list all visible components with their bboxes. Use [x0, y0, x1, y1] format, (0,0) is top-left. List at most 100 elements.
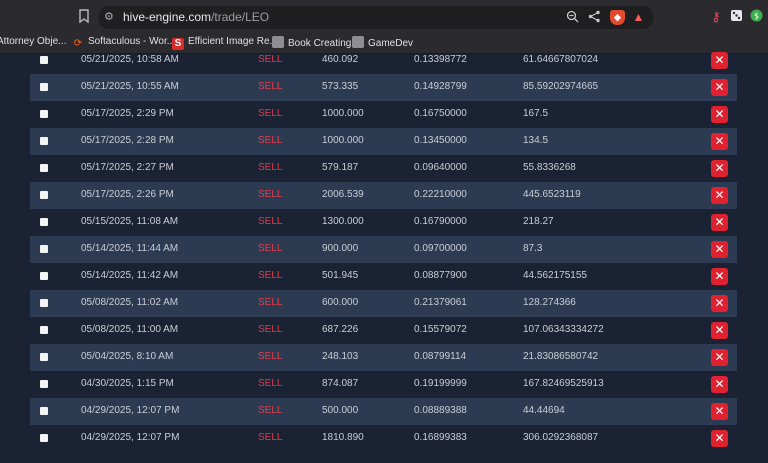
order-total: 85.59202974665	[523, 81, 599, 92]
cancel-order-button[interactable]: ✕	[711, 268, 728, 285]
order-total: 167.82469525913	[523, 378, 604, 389]
bookmark-icon[interactable]	[76, 9, 92, 25]
table-row: 04/29/2025, 12:07 PM SELL 1810.890 0.168993…	[30, 425, 737, 452]
order-total: 87.3	[523, 243, 543, 254]
order-date: 05/17/2025, 2:26 PM	[81, 189, 174, 200]
order-quantity: 600.000	[322, 297, 359, 308]
order-price: 0.09700000	[414, 243, 467, 254]
row-checkbox[interactable]	[40, 299, 48, 307]
row-checkbox[interactable]	[40, 353, 48, 361]
order-price: 0.14928799	[414, 81, 467, 92]
close-icon: ✕	[714, 188, 725, 202]
cancel-order-button[interactable]: ✕	[711, 349, 728, 366]
cancel-order-button[interactable]: ✕	[711, 376, 728, 393]
table-row: 05/14/2025, 11:42 AM SELL 501.945 0.0887790…	[30, 263, 737, 290]
url-path: /trade/LEO	[211, 10, 270, 24]
row-checkbox[interactable]	[40, 191, 48, 199]
cancel-order-button[interactable]: ✕	[711, 214, 728, 231]
order-quantity: 1000.000	[322, 108, 364, 119]
order-price: 0.16750000	[414, 108, 467, 119]
brave-rewards-icon[interactable]: ▲	[631, 10, 646, 25]
order-date: 04/30/2025, 1:15 PM	[81, 378, 174, 389]
cancel-order-button[interactable]: ✕	[711, 241, 728, 258]
extension-dice-icon[interactable]	[728, 9, 744, 25]
table-row: 05/17/2025, 2:28 PM SELL 1000.000 0.1345000…	[30, 128, 737, 155]
order-quantity: 501.945	[322, 270, 359, 281]
order-price: 0.16899383	[414, 432, 467, 443]
cancel-order-button[interactable]: ✕	[711, 133, 728, 150]
table-row: 05/14/2025, 11:44 AM SELL 900.000 0.0970000…	[30, 236, 737, 263]
row-checkbox[interactable]	[40, 434, 48, 442]
browser-toolbar: ⚙ hive-engine.com/trade/LEO ◆ ▲ ⚷ $	[0, 0, 768, 33]
order-type: SELL	[258, 189, 283, 200]
order-date: 05/14/2025, 11:44 AM	[81, 243, 179, 254]
share-icon[interactable]	[587, 10, 602, 25]
order-quantity: 900.000	[322, 243, 359, 254]
cancel-order-button[interactable]: ✕	[711, 160, 728, 177]
address-bar[interactable]: ⚙ hive-engine.com/trade/LEO ◆ ▲	[98, 6, 654, 29]
close-icon: ✕	[714, 323, 725, 337]
row-checkbox[interactable]	[40, 83, 48, 91]
order-date: 04/29/2025, 12:07 PM	[81, 405, 180, 416]
order-price: 0.22210000	[414, 189, 467, 200]
order-quantity: 500.000	[322, 405, 359, 416]
order-quantity: 687.226	[322, 324, 359, 335]
close-icon: ✕	[714, 269, 725, 283]
url-text[interactable]: hive-engine.com/trade/LEO	[123, 10, 269, 24]
cancel-order-button[interactable]: ✕	[711, 52, 728, 69]
row-checkbox[interactable]	[40, 326, 48, 334]
order-type: SELL	[258, 243, 283, 254]
table-row: 05/21/2025, 10:55 AM SELL 573.335 0.1492879…	[30, 74, 737, 101]
table-row: 05/17/2025, 2:27 PM SELL 579.187 0.09640000…	[30, 155, 737, 182]
svg-text:$: $	[753, 12, 758, 21]
order-type: SELL	[258, 432, 283, 443]
cancel-order-button[interactable]: ✕	[711, 187, 728, 204]
order-type: SELL	[258, 324, 283, 335]
cancel-order-button[interactable]: ✕	[711, 322, 728, 339]
order-price: 0.15579072	[414, 324, 467, 335]
order-quantity: 1300.000	[322, 216, 364, 227]
order-total: 218.27	[523, 216, 554, 227]
table-row: 05/17/2025, 2:26 PM SELL 2006.539 0.2221000…	[30, 182, 737, 209]
row-checkbox[interactable]	[40, 272, 48, 280]
order-date: 04/29/2025, 12:07 PM	[81, 432, 180, 443]
cancel-order-button[interactable]: ✕	[711, 430, 728, 447]
order-quantity: 460.092	[322, 54, 359, 65]
row-checkbox[interactable]	[40, 218, 48, 226]
extension-green-icon[interactable]: $	[748, 9, 764, 25]
order-quantity: 248.103	[322, 351, 359, 362]
row-checkbox[interactable]	[40, 380, 48, 388]
order-date: 05/08/2025, 11:02 AM	[81, 297, 179, 308]
cancel-order-button[interactable]: ✕	[711, 106, 728, 123]
row-checkbox[interactable]	[40, 56, 48, 64]
order-type: SELL	[258, 135, 283, 146]
cancel-order-button[interactable]: ✕	[711, 403, 728, 420]
site-settings-icon[interactable]: ⚙	[104, 10, 118, 24]
table-row: 05/08/2025, 11:00 AM SELL 687.226 0.1557907…	[30, 317, 737, 344]
order-type: SELL	[258, 270, 283, 281]
order-type: SELL	[258, 162, 283, 173]
order-total: 167.5	[523, 108, 549, 119]
row-checkbox[interactable]	[40, 110, 48, 118]
bookmark-label: Efficient Image Re...	[188, 36, 278, 47]
cancel-order-button[interactable]: ✕	[711, 79, 728, 96]
order-date: 05/17/2025, 2:28 PM	[81, 135, 174, 146]
brave-shields-icon[interactable]: ◆	[610, 10, 625, 25]
row-checkbox[interactable]	[40, 164, 48, 172]
cancel-order-button[interactable]: ✕	[711, 295, 728, 312]
order-date: 05/14/2025, 11:42 AM	[81, 270, 179, 281]
order-price: 0.09640000	[414, 162, 467, 173]
zoom-icon[interactable]	[565, 10, 580, 25]
extension-key-icon[interactable]: ⚷	[708, 9, 724, 25]
order-price: 0.19199999	[414, 378, 467, 389]
row-checkbox[interactable]	[40, 407, 48, 415]
order-quantity: 1810.890	[322, 432, 364, 443]
row-checkbox[interactable]	[40, 245, 48, 253]
order-quantity: 1000.000	[322, 135, 364, 146]
order-date: 05/17/2025, 2:27 PM	[81, 162, 174, 173]
order-date: 05/04/2025, 8:10 AM	[81, 351, 174, 362]
close-icon: ✕	[714, 53, 725, 67]
row-checkbox[interactable]	[40, 137, 48, 145]
order-type: SELL	[258, 405, 283, 416]
bookmark-item[interactable]: Attorney Obje...	[0, 36, 66, 47]
